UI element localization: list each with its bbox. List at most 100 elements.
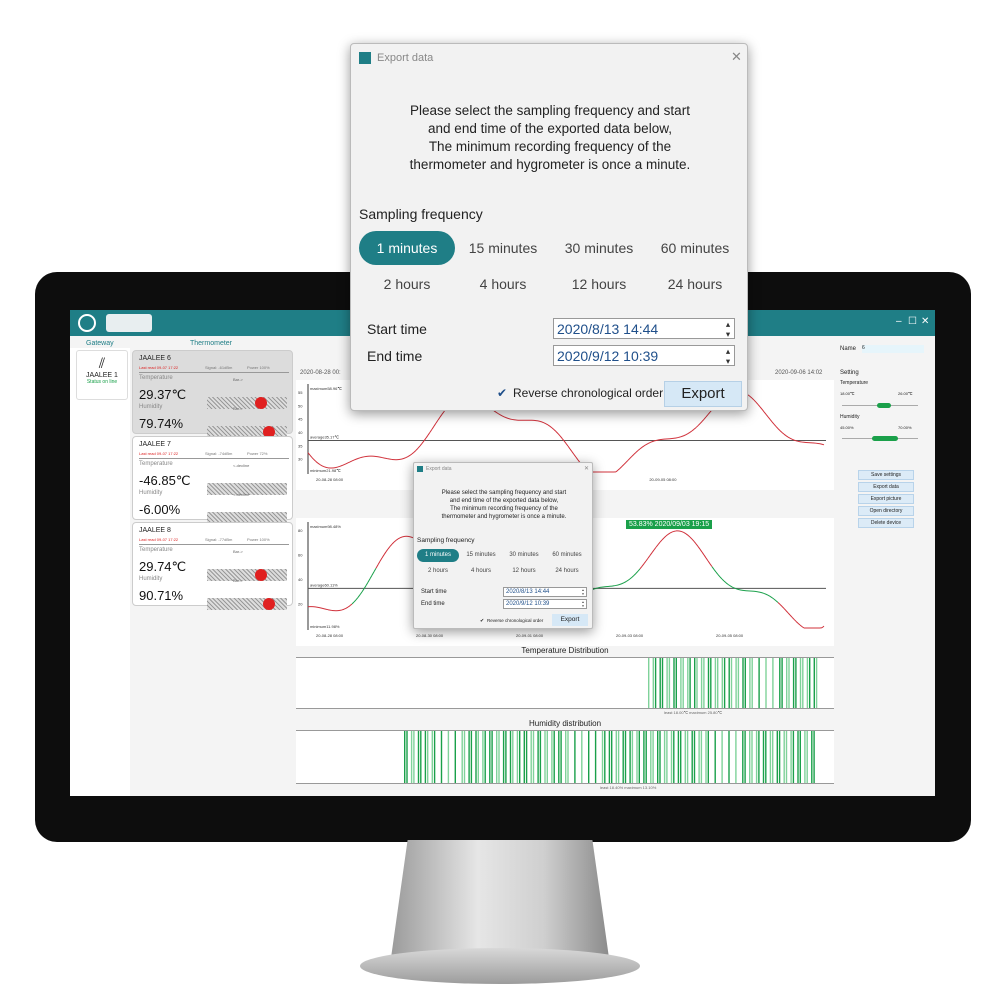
device-card[interactable]: JAALEE 7 Last read 09-07 17:22 Signal: -74… — [132, 436, 293, 524]
freq-option[interactable]: 1 minutes — [417, 549, 459, 562]
device-name: JAALEE 7 — [139, 441, 171, 448]
dist-bar — [663, 731, 666, 783]
freq-option[interactable]: 12 hours — [551, 267, 647, 301]
dist-bar — [689, 658, 691, 708]
view-toggle[interactable] — [106, 314, 152, 332]
freq-option[interactable]: 30 minutes — [503, 549, 545, 562]
dist-bar — [666, 658, 668, 708]
dist-bar — [622, 731, 624, 783]
series-segment — [653, 546, 657, 551]
dist-bar — [417, 731, 420, 783]
device-signal: Signal: -77dBm — [205, 537, 233, 542]
series-segment — [791, 616, 795, 620]
app-icon — [359, 52, 371, 64]
dist-bar — [769, 731, 772, 783]
temp-range-slider[interactable] — [842, 403, 918, 408]
series-segment — [567, 445, 571, 450]
hum-value: 90.71% — [139, 588, 184, 603]
gateway-column — [70, 348, 130, 796]
reverse-checkbox[interactable]: ✔ — [480, 618, 484, 624]
max-label: maximum98.48% — [310, 524, 341, 529]
freq-option[interactable]: 24 hours — [546, 565, 588, 578]
device-card[interactable]: JAALEE 6 Last read 09-07 17:22 Signal: -61… — [132, 350, 293, 438]
user-icon[interactable] — [78, 314, 96, 332]
series-segment — [655, 544, 659, 548]
start-time-input[interactable]: 2020/8/13 14:44 — [503, 587, 587, 597]
series-segment — [643, 560, 647, 565]
dist-bar — [645, 731, 647, 783]
series-segment — [547, 424, 551, 427]
series-segment — [347, 461, 351, 464]
series-segment — [629, 576, 633, 580]
gateway-card[interactable]: ⫽ JAALEE 1 Status on line — [76, 350, 128, 400]
maximize-button[interactable]: ☐ — [908, 316, 917, 327]
dist-bar — [673, 731, 675, 783]
freq-option[interactable]: 12 hours — [503, 565, 545, 578]
start-time-input[interactable]: 2020/8/13 14:44 — [553, 318, 735, 339]
freq-option[interactable]: 15 minutes — [455, 231, 551, 265]
freq-option[interactable]: 24 hours — [647, 267, 743, 301]
freq-option[interactable]: 60 minutes — [546, 549, 588, 562]
dist-bar — [751, 658, 753, 708]
freq-option[interactable]: 2 hours — [359, 267, 455, 301]
dist-bar — [477, 731, 479, 783]
export-button[interactable]: Export — [664, 381, 742, 407]
series-segment — [789, 614, 793, 618]
series-segment — [437, 416, 441, 421]
export-picture-button[interactable]: Export picture — [858, 494, 914, 504]
x-tick: 20-09-05 08:00 — [716, 633, 744, 638]
freq-option[interactable]: 4 hours — [455, 267, 551, 301]
dist-bar — [755, 731, 758, 783]
end-time-input[interactable]: 2020/9/12 10:39 — [553, 345, 735, 366]
y-tick: 40 — [298, 430, 303, 435]
series-segment — [633, 451, 637, 455]
dialog-close-button[interactable]: ✕ — [584, 465, 589, 472]
close-button[interactable]: ✕ — [921, 316, 929, 327]
temp-state: Bar-> — [233, 377, 243, 382]
series-segment — [359, 456, 363, 459]
dist-bar — [735, 658, 737, 708]
freq-option[interactable]: 1 minutes — [359, 231, 455, 265]
dist-bar — [675, 658, 677, 708]
open-directory-button[interactable]: Open directory — [858, 506, 914, 516]
series-segment — [779, 604, 783, 607]
dist-bar — [781, 658, 783, 708]
series-segment — [729, 585, 733, 588]
series-segment — [357, 594, 361, 598]
freq-option[interactable]: 60 minutes — [647, 231, 743, 265]
series-segment — [421, 440, 425, 444]
end-time-input[interactable]: 2020/9/12 10:39 — [503, 599, 587, 609]
freq-option[interactable]: 2 hours — [417, 565, 459, 578]
series-segment — [771, 597, 775, 600]
export-data-button[interactable]: Export data — [858, 482, 914, 492]
delete-device-button[interactable]: Delete device — [858, 518, 914, 528]
series-segment — [349, 603, 353, 607]
dist-bar — [601, 731, 604, 783]
x-tick: 20-08-28 08:00 — [316, 633, 344, 638]
dist-bar — [691, 731, 693, 783]
device-card[interactable]: JAALEE 8 Last read 09-07 17:22 Signal: -77… — [132, 522, 293, 610]
freq-option[interactable]: 30 minutes — [551, 231, 647, 265]
name-input[interactable]: 6 — [862, 345, 924, 353]
temp-max: 26.00℃ — [898, 391, 913, 396]
device-signal: Signal: -74dBm — [205, 451, 233, 456]
minimize-button[interactable]: – — [896, 316, 902, 327]
freq-option[interactable]: 4 hours — [460, 565, 502, 578]
save-settings-button[interactable]: Save settings — [858, 470, 914, 480]
dist-bar — [765, 658, 767, 708]
dist-bar — [806, 731, 808, 783]
dist-bar — [652, 731, 654, 783]
series-segment — [391, 541, 395, 545]
export-button[interactable]: Export — [552, 614, 588, 626]
freq-option[interactable]: 15 minutes — [460, 549, 502, 562]
hum-range-slider[interactable] — [842, 436, 918, 441]
dist-bar — [431, 731, 433, 783]
alert-dot — [263, 598, 275, 610]
hum-max: 70.00% — [898, 425, 912, 430]
dialog-title: Export data — [377, 52, 434, 64]
reverse-checkbox[interactable]: ✔ — [497, 386, 507, 400]
series-segment — [353, 599, 357, 603]
series-segment — [569, 448, 573, 452]
dialog-close-button[interactable]: ✕ — [731, 49, 742, 65]
dist-bar — [516, 731, 519, 783]
